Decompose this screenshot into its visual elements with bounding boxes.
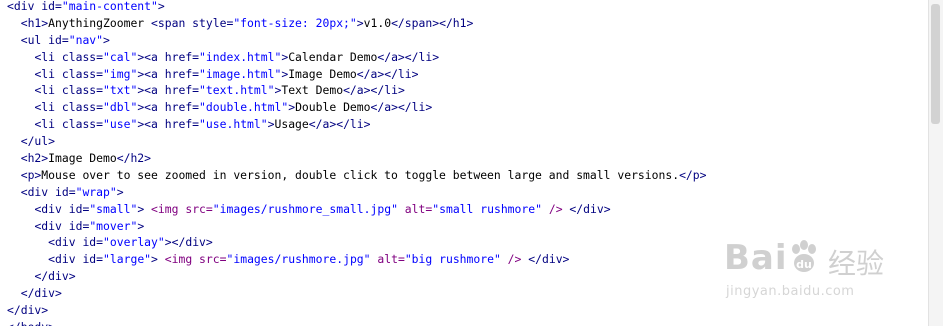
code-line[interactable]: <li class="use"><a href="use.html">Usage…	[7, 116, 707, 133]
code-line[interactable]: <div id="small"> <img src="images/rushmo…	[7, 201, 707, 218]
code-line[interactable]: </div>	[7, 285, 707, 302]
code-line[interactable]: <div id="overlay"></div>	[7, 234, 707, 251]
paw-icon: du	[792, 240, 816, 272]
code-line[interactable]: </body>	[7, 319, 707, 326]
code-line[interactable]: <li class="img"><a href="image.html">Ima…	[7, 66, 707, 83]
watermark-logo-text: Bai	[724, 238, 788, 278]
baidu-jingyan-watermark: Bai du 经验 jingyan.baidu.com	[724, 238, 924, 318]
svg-text:du: du	[796, 258, 812, 271]
code-line[interactable]: <div id="large"> <img src="images/rushmo…	[7, 251, 707, 268]
code-line[interactable]: <p>Mouse over to see zoomed in version, …	[7, 167, 707, 184]
scrollbar-thumb[interactable]	[931, 4, 940, 124]
code-line[interactable]: <div id="mover">	[7, 218, 707, 235]
code-line[interactable]: </ul>	[7, 133, 707, 150]
code-line[interactable]: <li class="txt"><a href="text.html">Text…	[7, 82, 707, 99]
vertical-scrollbar[interactable]	[928, 0, 943, 326]
watermark-cn-text: 经验	[828, 247, 885, 280]
watermark-url: jingyan.baidu.com	[726, 284, 855, 299]
code-line[interactable]: <li class="dbl"><a href="double.html">Do…	[7, 99, 707, 116]
code-line[interactable]: </div>	[7, 302, 707, 319]
code-line[interactable]: <h2>Image Demo</h2>	[7, 150, 707, 167]
code-line[interactable]: <div id="wrap">	[7, 184, 707, 201]
code-line[interactable]: </div>	[7, 268, 707, 285]
code-line[interactable]: <h1>AnythingZoomer <span style="font-siz…	[7, 15, 707, 32]
code-view[interactable]: <div id="main-content"> <h1>AnythingZoom…	[7, 0, 707, 326]
code-editor[interactable]: <div id="main-content"> <h1>AnythingZoom…	[0, 0, 943, 326]
code-line[interactable]: <li class="cal"><a href="index.html">Cal…	[7, 49, 707, 66]
code-line[interactable]: <div id="main-content">	[7, 0, 707, 15]
code-line[interactable]: <ul id="nav">	[7, 32, 707, 49]
